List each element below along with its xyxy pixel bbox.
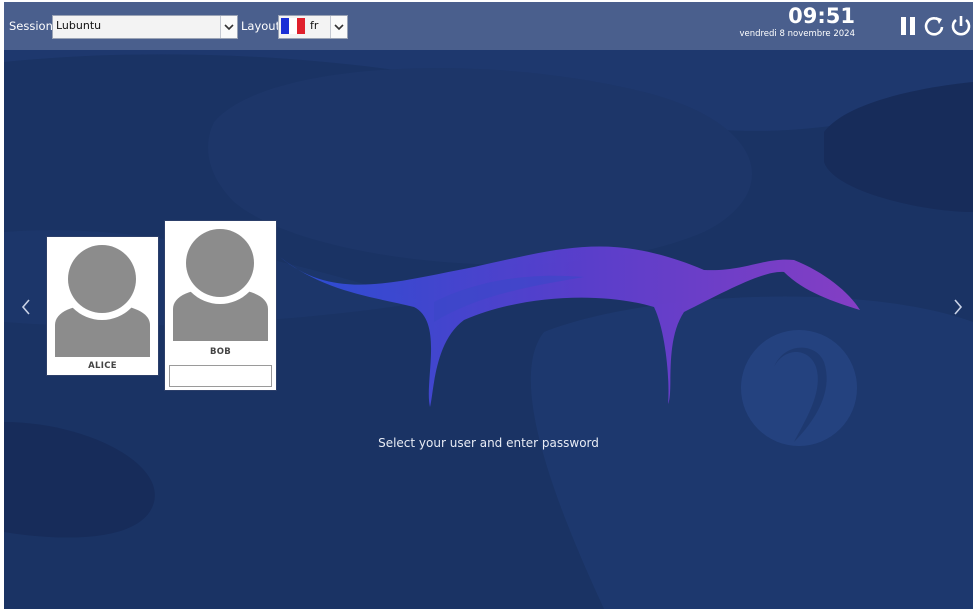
user-card-bob[interactable]: BOB — [164, 220, 277, 391]
login-prompt: Select your user and enter password — [378, 436, 599, 450]
user-card-alice[interactable]: ALICE — [46, 236, 159, 376]
login-screen: Session Lubuntu Layout fr 09:51 vendredi… — [4, 2, 973, 609]
avatar-icon — [171, 224, 270, 341]
layout-select[interactable]: fr — [278, 15, 348, 39]
pause-icon[interactable] — [898, 15, 918, 37]
password-field[interactable] — [169, 365, 272, 387]
chevron-down-icon — [330, 16, 347, 38]
layout-label: Layout — [241, 19, 281, 33]
session-label: Session — [9, 19, 53, 33]
power-icon[interactable] — [950, 15, 972, 37]
top-bar: Session Lubuntu Layout fr 09:51 vendredi… — [4, 2, 973, 50]
avatar-icon — [53, 240, 152, 357]
session-value: Lubuntu — [56, 19, 102, 32]
user-name: ALICE — [88, 361, 117, 371]
chevron-left-icon[interactable] — [20, 298, 32, 316]
france-flag-icon — [281, 18, 305, 34]
session-select[interactable]: Lubuntu — [52, 15, 238, 39]
clock-date: vendredi 8 novembre 2024 — [739, 29, 855, 39]
user-name: BOB — [209, 347, 232, 357]
chevron-down-icon — [220, 16, 237, 38]
chevron-right-icon[interactable] — [952, 298, 964, 316]
clock-time: 09:51 — [788, 4, 855, 28]
restart-icon[interactable] — [923, 15, 945, 37]
clock: 09:51 vendredi 8 novembre 2024 — [739, 4, 855, 40]
layout-value: fr — [310, 19, 319, 32]
